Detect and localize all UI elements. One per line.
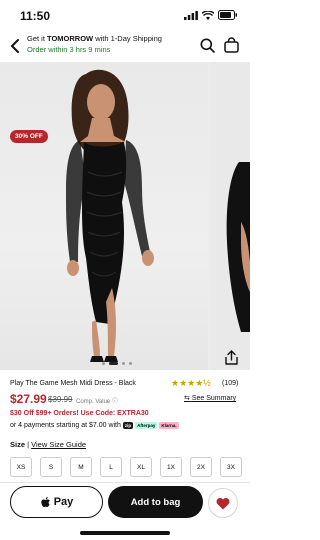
shipping-suffix: with 1-Day Shipping: [93, 34, 162, 43]
size-option-m[interactable]: M: [70, 457, 92, 477]
review-count[interactable]: (109): [222, 380, 238, 387]
pagination-dot[interactable]: [129, 362, 132, 365]
discount-badge: 30% OFF: [10, 130, 48, 143]
apple-pay-button[interactable]: Pay: [10, 486, 103, 518]
back-arrow-icon[interactable]: [8, 38, 22, 54]
pagination-dot[interactable]: [102, 362, 105, 365]
sale-price: $27.99: [10, 392, 47, 406]
size-option-2x[interactable]: 2X: [190, 457, 212, 477]
add-to-bag-button[interactable]: Add to bag: [108, 486, 203, 518]
size-option-3x[interactable]: 3X: [220, 457, 242, 477]
model-peek-illustration: [226, 162, 250, 332]
product-gallery[interactable]: 30% OFF: [0, 62, 250, 370]
divider: [0, 482, 250, 483]
heart-icon: [216, 497, 230, 509]
original-price: $39.99: [48, 395, 73, 404]
battery-icon: [218, 10, 237, 20]
promo-banner: $30 Off $99+ Orders! Use Code: EXTRA30: [10, 410, 149, 417]
home-indicator: [80, 531, 170, 535]
size-label: Size: [10, 440, 26, 449]
wifi-icon: [202, 10, 214, 20]
installment-text: or 4 payments starting at $7.00 with: [10, 422, 121, 429]
gallery-pagination: [102, 362, 132, 365]
size-option-xl[interactable]: XL: [130, 457, 152, 477]
see-summary-link[interactable]: ⇆ See Summary: [184, 394, 236, 402]
favorite-button[interactable]: [208, 488, 238, 518]
shipping-highlight: TOMORROW: [47, 34, 94, 43]
top-nav: Get it TOMORROW with 1-Day Shipping Orde…: [0, 30, 250, 62]
apple-logo-icon: [41, 496, 50, 507]
rating-stars-icon[interactable]: ★★★★½: [171, 378, 211, 389]
size-selector: XS S M L XL 1X 2X 3X: [10, 457, 242, 477]
installment-info: or 4 payments starting at $7.00 with zip…: [10, 422, 179, 429]
share-icon[interactable]: [224, 350, 239, 365]
status-bar: 11:50: [0, 0, 250, 30]
size-option-xs[interactable]: XS: [10, 457, 32, 477]
size-option-l[interactable]: L: [100, 457, 122, 477]
klarna-logo[interactable]: Klarna.: [159, 422, 179, 429]
search-icon[interactable]: [200, 38, 215, 53]
next-product-image[interactable]: [211, 62, 250, 370]
shopping-bag-icon[interactable]: [224, 37, 239, 53]
product-title: Play The Game Mesh Midi Dress - Black: [10, 380, 136, 387]
summary-icon: ⇆: [184, 395, 190, 402]
pagination-dot[interactable]: [122, 362, 125, 365]
pagination-dot-active[interactable]: [109, 362, 118, 365]
size-guide-link[interactable]: View Size Guide: [31, 440, 86, 449]
signal-icon: [184, 10, 198, 20]
size-option-1x[interactable]: 1X: [160, 457, 182, 477]
afterpay-logo[interactable]: Afterpay: [135, 422, 158, 429]
comp-value-label[interactable]: Comp. Value ⓘ: [76, 396, 118, 405]
size-option-s[interactable]: S: [40, 457, 62, 477]
status-time: 11:50: [20, 9, 51, 23]
model-dress-illustration: [66, 69, 154, 362]
shipping-headline: Get it TOMORROW with 1-Day Shipping: [27, 34, 162, 43]
apple-pay-label: Pay: [53, 496, 74, 508]
size-header: Size | View Size Guide: [10, 440, 87, 449]
see-summary-text[interactable]: See Summary: [192, 395, 236, 402]
status-icons: [184, 10, 238, 20]
shipping-prefix: Get it: [27, 34, 48, 43]
product-image[interactable]: [0, 62, 208, 370]
zip-logo[interactable]: zip: [122, 422, 134, 429]
shipping-countdown: Order within 3 hrs 9 mins: [27, 45, 111, 54]
